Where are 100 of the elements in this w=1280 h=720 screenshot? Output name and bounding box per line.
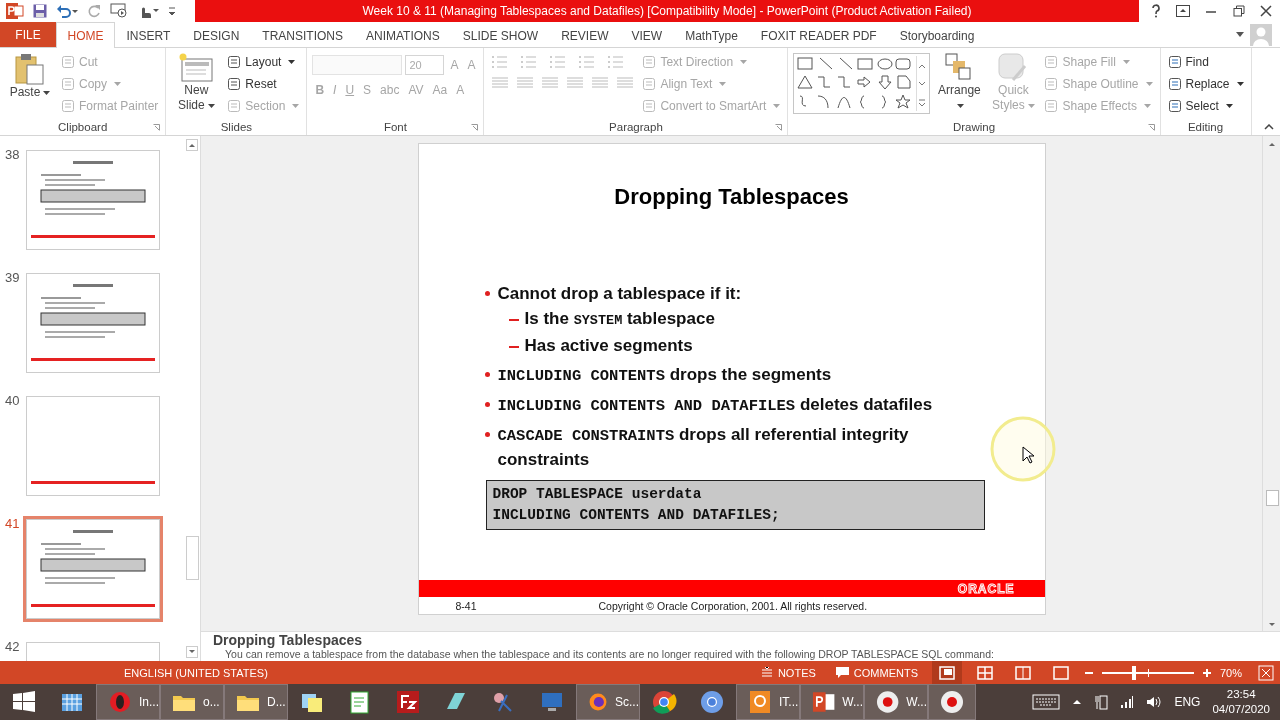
copyright-text: Copyright © Oracle Corporation, 2001. All rights reserved. bbox=[598, 599, 868, 612]
customize-icon[interactable] bbox=[168, 6, 176, 16]
ribbon-tab[interactable]: MathType bbox=[673, 22, 750, 48]
taskbar-app[interactable]: D... bbox=[224, 684, 288, 720]
dash-icon bbox=[508, 346, 519, 348]
large-button[interactable]: New Slide bbox=[171, 51, 222, 115]
slide-thumbnail[interactable] bbox=[23, 393, 163, 499]
ribbon-tab[interactable]: REVIEW bbox=[549, 22, 620, 48]
dialog-launcher-icon[interactable] bbox=[1147, 124, 1155, 131]
bullet-text: Cannot drop a tablespace if it: bbox=[497, 283, 742, 305]
file-tab[interactable]: FILE bbox=[0, 22, 56, 47]
comment-icon bbox=[835, 666, 849, 679]
tool-icon bbox=[227, 76, 242, 91]
language-status[interactable]: ENGLISH (UNITED STATES) bbox=[124, 666, 268, 679]
signal-icon[interactable] bbox=[1120, 695, 1135, 709]
app-label: IT... bbox=[779, 695, 799, 709]
collapse-ribbon-icon[interactable] bbox=[1264, 124, 1274, 130]
chevron-up-icon[interactable] bbox=[1072, 699, 1083, 705]
bullet-icon bbox=[484, 291, 490, 296]
dialog-launcher-icon[interactable] bbox=[775, 124, 783, 131]
ribbon-tab[interactable]: ANIMATIONS bbox=[354, 22, 452, 48]
app-label: o... bbox=[203, 695, 220, 709]
bullet-text: INCLUDING CONTENTS drops the segments bbox=[497, 364, 832, 387]
battery-icon[interactable] bbox=[1094, 694, 1109, 710]
zoom-thumb[interactable] bbox=[1132, 665, 1137, 680]
ribbon-tab[interactable]: Storyboarding bbox=[888, 22, 986, 48]
shapes-gallery[interactable] bbox=[793, 53, 931, 114]
taskbar-app[interactable]: o... bbox=[160, 684, 224, 720]
tool-icon bbox=[1167, 98, 1182, 113]
ribbon-tab[interactable]: VIEW bbox=[619, 22, 674, 48]
caret-icon[interactable] bbox=[1236, 31, 1244, 38]
taskbar-app[interactable] bbox=[928, 684, 976, 720]
scrollbar-thumb[interactable] bbox=[186, 536, 199, 580]
app-icon bbox=[11, 689, 37, 715]
clock-date[interactable]: 04/07/2020 bbox=[1212, 702, 1270, 717]
ribbon-button[interactable]: Select bbox=[1165, 95, 1246, 116]
dash-icon bbox=[508, 319, 519, 321]
caret-icon bbox=[719, 81, 727, 86]
volume-icon[interactable] bbox=[1146, 695, 1163, 709]
save-icon[interactable] bbox=[33, 4, 47, 18]
ribbon-button[interactable]: Find bbox=[1165, 51, 1246, 72]
caret-icon bbox=[1143, 103, 1151, 108]
notes-button[interactable]: NOTES bbox=[754, 665, 822, 680]
scroll-up-icon[interactable] bbox=[186, 139, 198, 151]
ribbon-display-icon[interactable] bbox=[1176, 5, 1191, 17]
ribbon-tab[interactable]: INSERT bbox=[115, 22, 182, 48]
fit-slide-icon[interactable] bbox=[1258, 664, 1274, 681]
taskbar-app[interactable]: Sc... bbox=[576, 684, 640, 720]
keyboard-icon[interactable] bbox=[1032, 694, 1061, 710]
app-label: Sc... bbox=[615, 695, 639, 709]
restore-icon[interactable] bbox=[1232, 5, 1245, 17]
slide-thumbnail[interactable] bbox=[23, 270, 163, 376]
pointer-highlight bbox=[990, 416, 1056, 482]
taskbar-app[interactable]: W... bbox=[864, 684, 928, 720]
slide-thumbnail[interactable] bbox=[23, 147, 163, 253]
help-icon[interactable] bbox=[1150, 4, 1161, 18]
ribbon-tab[interactable]: DESIGN bbox=[181, 22, 251, 48]
ribbon-tab[interactable]: HOME bbox=[56, 22, 115, 48]
presentation-icon[interactable] bbox=[110, 3, 128, 19]
ribbon-button[interactable]: Reset bbox=[225, 73, 302, 94]
tool-icon bbox=[642, 76, 657, 91]
window-title: Week 10 & 11 (Managing Tablespaces and Datafiles) [Compatibility Mode] - PowerPoint (Product Activation Failed) bbox=[362, 4, 972, 18]
caret-icon bbox=[1225, 103, 1233, 108]
large-button[interactable]: Paste bbox=[5, 51, 55, 102]
scroll-down-icon[interactable] bbox=[186, 646, 198, 658]
slide-thumbnail[interactable] bbox=[23, 516, 163, 622]
tool-icon bbox=[1167, 76, 1182, 91]
app-logo-icon bbox=[6, 3, 24, 19]
taskbar-app[interactable]: W... bbox=[800, 684, 864, 720]
ribbon-tab[interactable]: FOXIT READER PDF bbox=[749, 22, 889, 48]
zoom-in-icon[interactable] bbox=[1202, 667, 1212, 678]
caret-icon bbox=[207, 103, 215, 108]
slide-number: 40 bbox=[5, 393, 21, 408]
caret-icon bbox=[740, 59, 748, 64]
app-icon bbox=[107, 689, 133, 715]
close-icon[interactable] bbox=[1260, 5, 1273, 17]
ribbon-tab[interactable]: SLIDE SHOW bbox=[451, 22, 550, 48]
taskbar-app[interactable]: In... bbox=[96, 684, 160, 720]
zoom-level[interactable]: 70% bbox=[1220, 666, 1250, 679]
view-icon bbox=[977, 665, 993, 680]
dialog-launcher-icon[interactable] bbox=[153, 124, 161, 131]
tool-icon bbox=[642, 54, 657, 69]
app-icon bbox=[811, 689, 837, 715]
input-language[interactable]: ENG bbox=[1174, 695, 1201, 709]
dialog-launcher-icon[interactable] bbox=[471, 124, 479, 131]
clock-time[interactable]: 23:54 bbox=[1226, 687, 1256, 702]
view-button[interactable] bbox=[932, 661, 962, 684]
comments-button[interactable]: COMMENTS bbox=[829, 665, 924, 680]
ribbon-button[interactable]: Replace bbox=[1165, 73, 1246, 94]
ribbon-button[interactable]: Layout bbox=[225, 51, 302, 72]
slide-number: 38 bbox=[5, 147, 21, 162]
tool-icon bbox=[642, 98, 657, 113]
taskbar-app[interactable]: IT... bbox=[736, 684, 800, 720]
group-label: Clipboard bbox=[58, 120, 108, 133]
scrollbar-thumb[interactable] bbox=[1265, 490, 1279, 506]
large-button[interactable]: Arrange bbox=[934, 51, 985, 115]
app-icon bbox=[747, 689, 773, 715]
ribbon-tab[interactable]: TRANSITIONS bbox=[250, 22, 355, 48]
undo-icon[interactable] bbox=[56, 4, 78, 18]
font-name-field[interactable] bbox=[312, 55, 403, 75]
